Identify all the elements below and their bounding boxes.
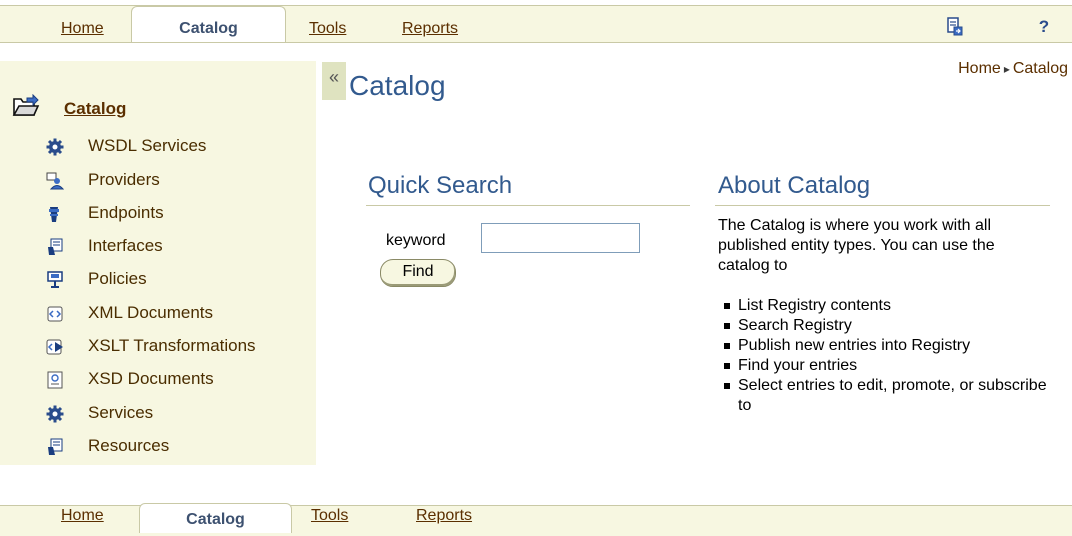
quick-search-heading: Quick Search	[368, 172, 513, 199]
list-item: List Registry contents	[718, 296, 1048, 316]
breadcrumb-current-link[interactable]: Catalog	[1013, 60, 1068, 77]
tab-home[interactable]: Home	[61, 507, 104, 525]
list-item: Search Registry	[718, 316, 1048, 336]
sidebar-item-label: Resources	[88, 436, 170, 455]
sidebar-item-endpoints[interactable]: Endpoints	[46, 202, 306, 228]
gear-icon	[46, 138, 64, 156]
breadcrumb-separator: ▸	[1003, 62, 1010, 76]
breadcrumb: Home ▸ Catalog	[958, 60, 1068, 78]
policy-icon	[46, 271, 64, 289]
breadcrumb-home-link[interactable]: Home	[958, 60, 1001, 77]
providers-icon	[46, 172, 65, 190]
tab-reports[interactable]: Reports	[402, 20, 458, 38]
sidebar-item-label: WSDL Services	[88, 136, 207, 155]
bottom-tab-bar: Home Catalog Tools Reports	[0, 495, 1072, 536]
tab-catalog[interactable]: Catalog	[131, 6, 286, 42]
about-catalog-description: The Catalog is where you work with all p…	[718, 217, 995, 274]
folder-open-icon	[12, 93, 40, 118]
endpoint-icon	[46, 205, 64, 223]
keyword-label: keyword	[386, 232, 446, 249]
xml-document-icon	[46, 305, 64, 323]
sidebar-item-interfaces[interactable]: Interfaces	[46, 235, 306, 261]
sidebar-item-label: XSD Documents	[88, 369, 214, 388]
sidebar-item-label: Interfaces	[88, 236, 163, 255]
sidebar-item-label: XSLT Transformations	[88, 336, 256, 355]
top-tab-bar: Home Catalog Tools Reports ?	[0, 0, 1072, 43]
about-catalog-list: List Registry contents Search Registry P…	[718, 296, 1048, 416]
quick-search-divider	[366, 205, 690, 206]
gear-icon	[46, 405, 64, 423]
sidebar-item-label: Services	[88, 403, 154, 422]
sidebar-item-label: Policies	[88, 269, 147, 288]
sidebar-item-label: Providers	[88, 170, 160, 189]
tab-home[interactable]: Home	[61, 20, 104, 38]
tab-reports[interactable]: Reports	[416, 507, 472, 525]
sidebar-item-xsd-documents[interactable]: XSD Documents	[46, 368, 306, 394]
collapse-sidebar-button[interactable]: «	[322, 62, 346, 100]
document-export-icon[interactable]	[944, 17, 966, 39]
resource-icon	[46, 438, 64, 456]
find-button[interactable]: Find	[380, 259, 456, 287]
sidebar-item-xslt-transformations[interactable]: XSLT Transformations	[46, 335, 306, 361]
list-item: Select entries to edit, promote, or subs…	[718, 376, 1048, 416]
page-title: Catalog	[349, 70, 446, 101]
about-catalog-divider	[715, 205, 1050, 206]
sidebar-item-resources[interactable]: Resources	[46, 435, 306, 461]
tab-catalog[interactable]: Catalog	[139, 503, 292, 533]
tab-tools[interactable]: Tools	[309, 20, 346, 38]
sidebar-title-catalog[interactable]: Catalog	[64, 99, 126, 119]
sidebar-item-label: Endpoints	[88, 203, 164, 222]
xslt-icon	[46, 338, 64, 356]
interface-icon	[46, 238, 64, 256]
about-catalog-heading: About Catalog	[718, 172, 871, 199]
sidebar-item-policies[interactable]: Policies	[46, 268, 306, 294]
sidebar-item-label: XML Documents	[88, 303, 214, 322]
list-item: Publish new entries into Registry	[718, 336, 1048, 356]
xsd-document-icon	[46, 371, 64, 389]
sidebar-item-wsdl-services[interactable]: WSDL Services	[46, 135, 306, 161]
help-icon[interactable]: ?	[1033, 17, 1055, 39]
tab-tools[interactable]: Tools	[311, 507, 348, 525]
sidebar-item-providers[interactable]: Providers	[46, 169, 306, 195]
sidebar-item-xml-documents[interactable]: XML Documents	[46, 302, 306, 328]
keyword-input[interactable]	[481, 223, 640, 253]
sidebar: Catalog WSDL Services Providers Endpoint…	[0, 61, 316, 465]
sidebar-item-services[interactable]: Services	[46, 402, 306, 428]
list-item: Find your entries	[718, 356, 1048, 376]
